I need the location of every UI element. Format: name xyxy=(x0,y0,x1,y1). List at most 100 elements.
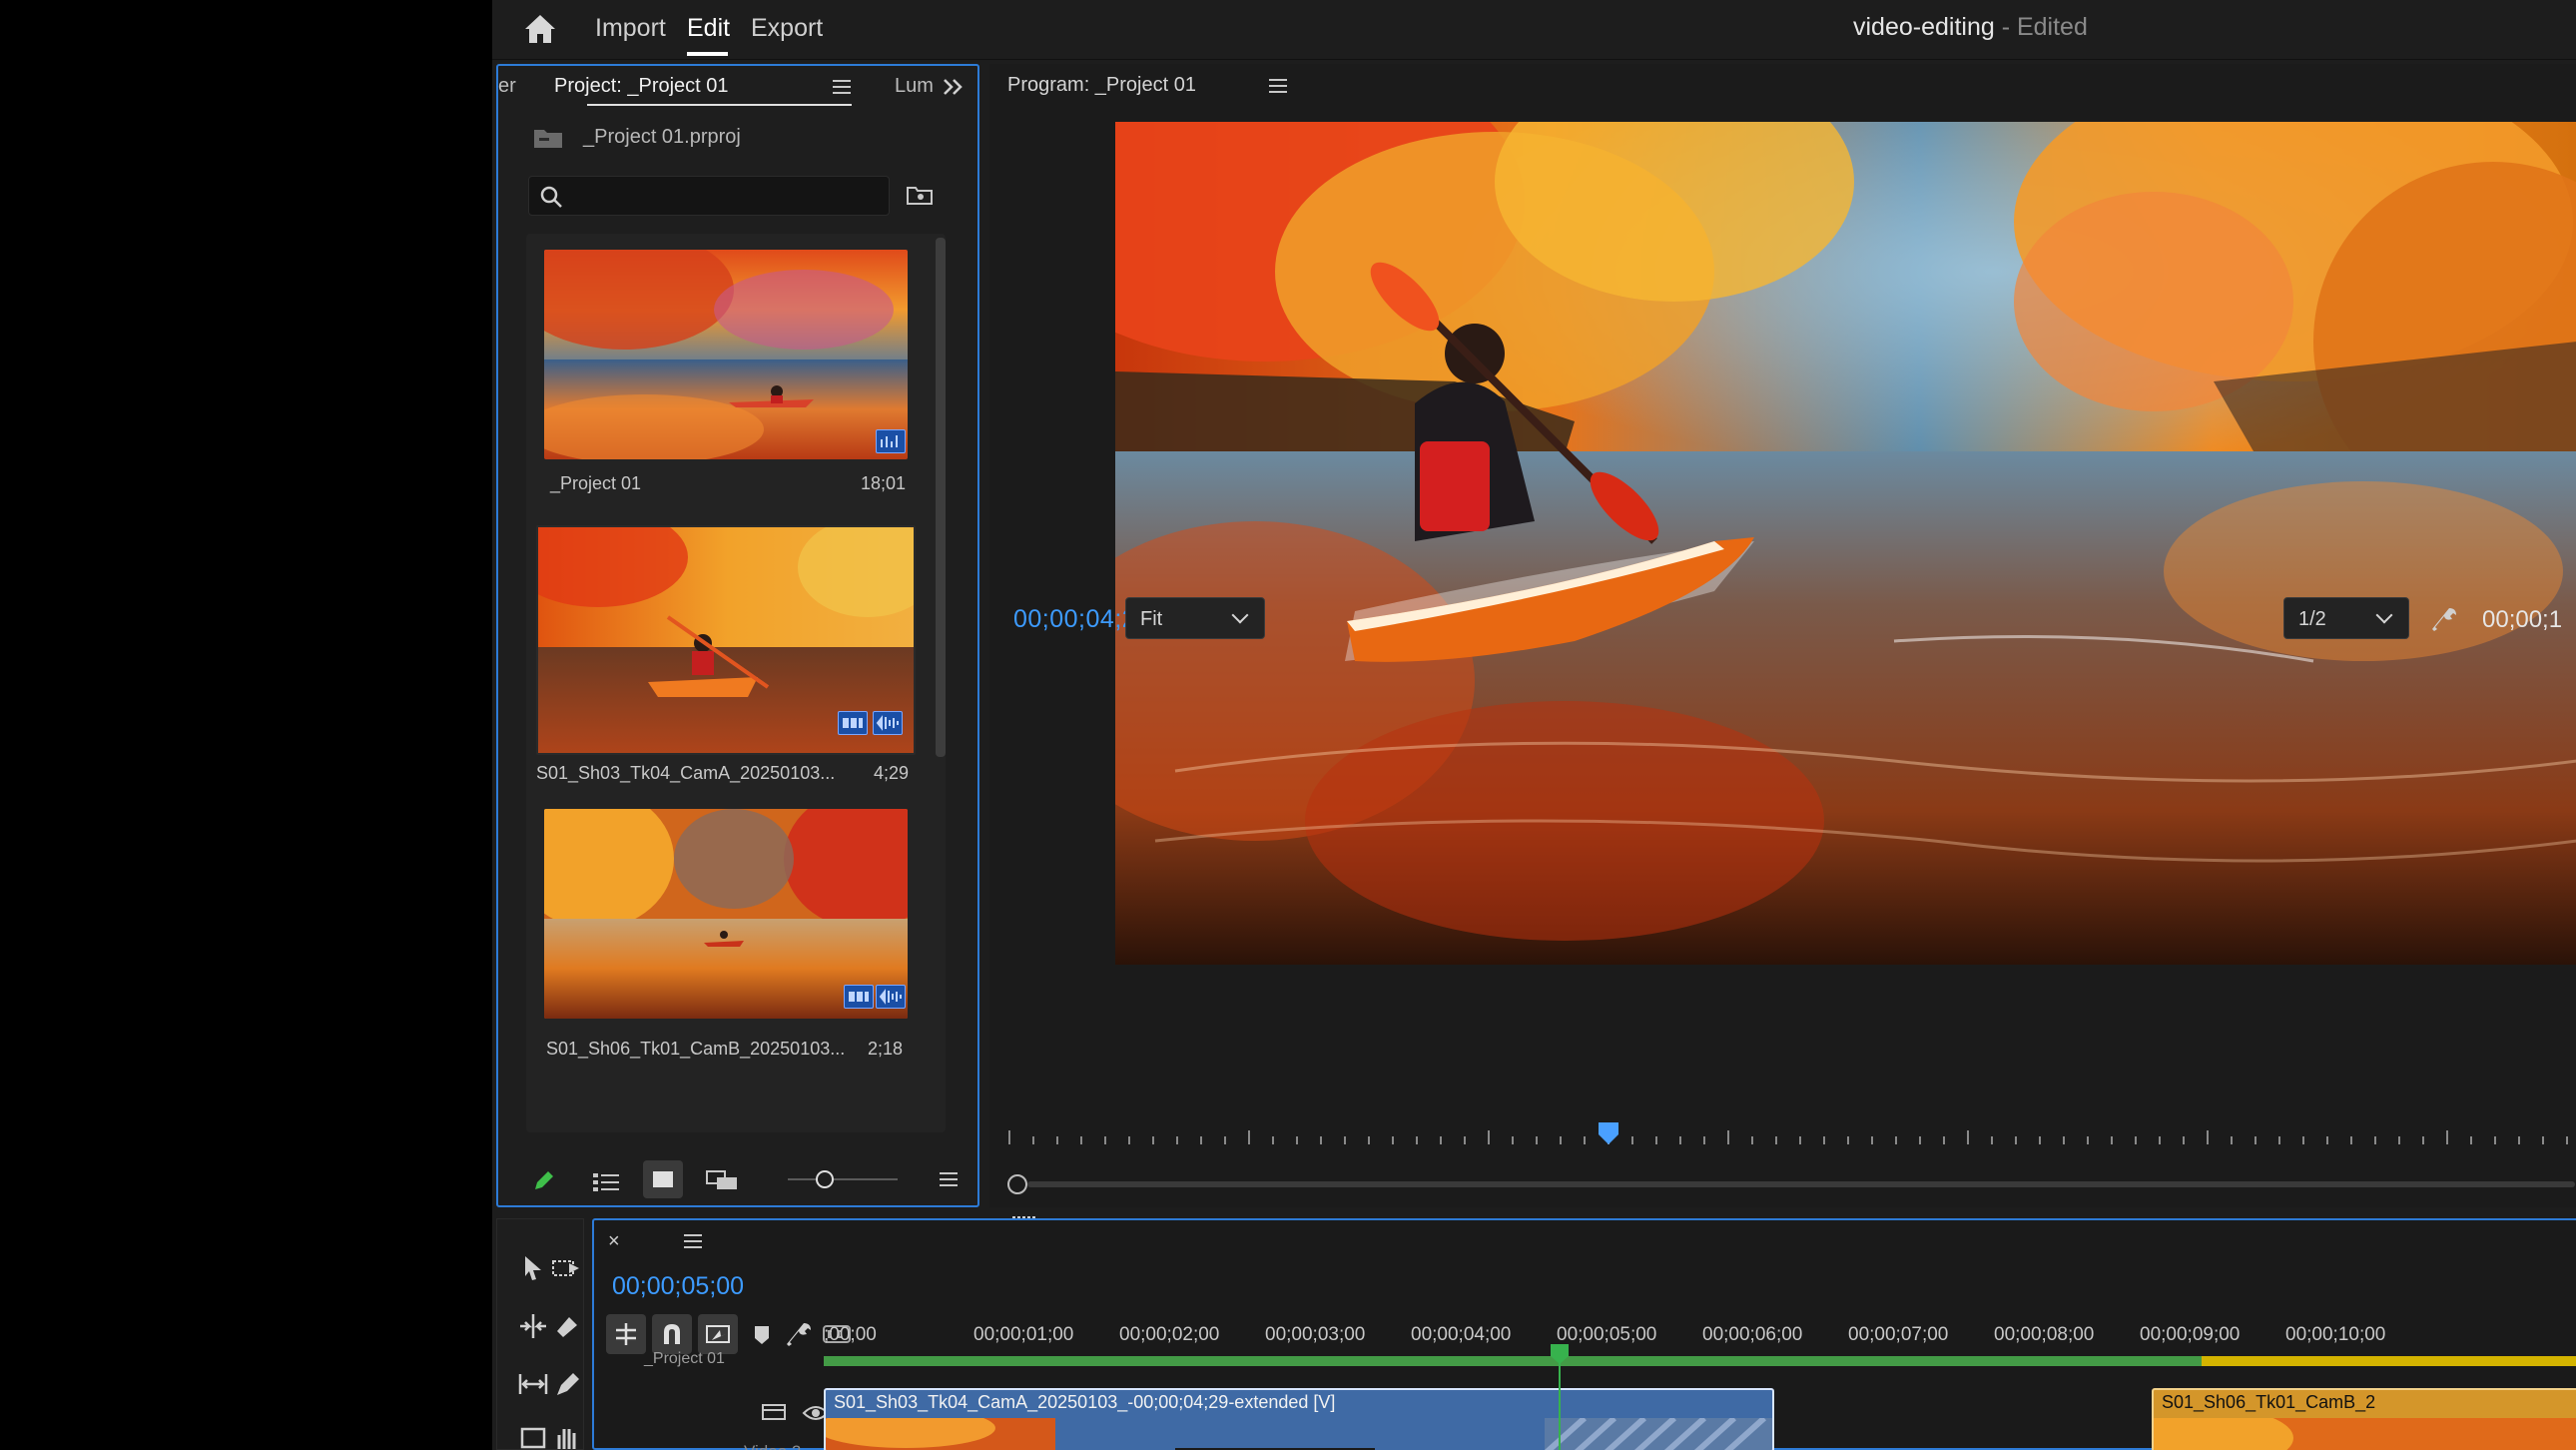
zoom-scrollbar-track[interactable] xyxy=(1027,1181,2575,1187)
track-toggle-icon[interactable] xyxy=(760,1400,788,1424)
pen-tool-icon[interactable] xyxy=(551,1369,583,1399)
new-bin-icon[interactable] xyxy=(906,183,934,207)
hand-tool-icon[interactable] xyxy=(553,1425,581,1449)
linked-selection-toggle[interactable] xyxy=(698,1314,738,1354)
project-search xyxy=(528,176,890,216)
ruler-label: 00;00;04;00 xyxy=(1411,1324,1512,1345)
menu-import[interactable]: Import xyxy=(595,14,666,43)
fit-dropdown[interactable]: Fit xyxy=(1125,597,1265,639)
ruler-label: 00;00;10;00 xyxy=(2285,1324,2386,1345)
tab-lumetri[interactable]: Lum xyxy=(895,75,934,98)
resolution-dropdown-value: 1/2 xyxy=(2298,608,2326,630)
timeline-clip[interactable]: S01_Sh06_Tk01_CamB_2 xyxy=(2152,1388,2576,1450)
icon-view-button[interactable] xyxy=(643,1160,683,1198)
zoom-slider-handle[interactable] xyxy=(816,1170,834,1188)
clip-duration: 4;29 xyxy=(874,763,910,783)
project-item[interactable]: S01_Sh03_Tk04_CamA_20250103... 4;29 xyxy=(526,513,946,803)
selection-tool-icon[interactable] xyxy=(519,1253,547,1283)
track-label: Video 2 xyxy=(744,1442,801,1450)
project-file-name: _Project 01.prproj xyxy=(583,126,741,148)
clip-duration: 2;18 xyxy=(868,1039,904,1059)
top-menu-bar: Import Edit Export video-editing - Edite… xyxy=(492,0,2576,60)
project-item[interactable]: _Project 01 18;01 xyxy=(526,234,946,503)
audio-badge-icon xyxy=(873,711,903,735)
clip-thumbnail[interactable] xyxy=(536,525,916,755)
search-input[interactable] xyxy=(573,177,883,215)
program-monitor-panel: Program: _Project 01 00;00;04;28 Fit 1/2… xyxy=(989,64,2576,1247)
clip-duration: 18;01 xyxy=(861,473,907,493)
ripple-edit-tool-icon[interactable] xyxy=(517,1311,549,1341)
clip-name: _Project 01 xyxy=(550,473,642,493)
close-sequence-icon[interactable]: × xyxy=(608,1230,620,1253)
project-panel: er Project: _Project 01 Lum _Project 01.… xyxy=(496,64,979,1207)
document-title: video-editing - Edited xyxy=(1853,13,2088,42)
sequence-name: _Project 01 xyxy=(644,1350,725,1367)
media-list-scrollbar[interactable] xyxy=(936,238,946,757)
resolution-dropdown[interactable]: 1/2 xyxy=(2283,597,2409,639)
track-select-tool-icon[interactable] xyxy=(551,1253,583,1283)
list-view-icon[interactable] xyxy=(592,1170,620,1192)
timeline-clip-label: S01_Sh03_Tk04_CamA_20250103_-00;00;04;29… xyxy=(834,1392,1336,1412)
timeline-clip[interactable]: S01_Sh03_Tk04_CamA_20250103_-00;00;04;29… xyxy=(824,1388,1774,1450)
snap-toggle[interactable] xyxy=(652,1314,692,1354)
linked-selection-icon xyxy=(706,1325,730,1343)
overflow-tabs-icon[interactable] xyxy=(942,78,964,96)
zoom-slider-track[interactable] xyxy=(788,1178,898,1180)
timeline-marker-icon[interactable] xyxy=(750,1322,774,1348)
icon-view-icon xyxy=(653,1171,673,1187)
clip-thumbnail[interactable] xyxy=(544,250,908,459)
zoom-scrollbar-handle[interactable] xyxy=(1007,1174,1027,1194)
program-monitor-menu-icon[interactable] xyxy=(1269,79,1287,93)
project-item[interactable]: S01_Sh06_Tk01_CamB_20250103... 2;18 xyxy=(526,803,946,1083)
audio-badge-icon xyxy=(876,985,906,1009)
timeline-playhead-timecode[interactable]: 00;00;05;00 xyxy=(612,1272,744,1301)
search-icon xyxy=(540,186,562,208)
timeline-settings-wrench-icon[interactable] xyxy=(786,1320,814,1348)
kayak-scene xyxy=(1115,122,2576,965)
render-bar xyxy=(824,1356,2576,1366)
clip-name: S01_Sh03_Tk04_CamA_20250103... xyxy=(536,763,836,783)
menu-export[interactable]: Export xyxy=(751,14,823,43)
document-status: - Edited xyxy=(1994,13,2088,41)
ruler-label: 00;00;07;00 xyxy=(1848,1324,1949,1345)
timeline-menu-icon[interactable] xyxy=(684,1234,702,1248)
ruler-label: 00;00;09;00 xyxy=(2140,1324,2241,1345)
ruler-label: 00;00;03;00 xyxy=(1265,1324,1366,1345)
folder-up-icon[interactable] xyxy=(533,126,563,150)
insert-icon xyxy=(616,1323,636,1345)
wrench-icon[interactable] xyxy=(2431,605,2459,633)
program-video-frame[interactable] xyxy=(1115,122,2576,965)
project-panel-menu-icon[interactable] xyxy=(833,80,851,94)
timeline-panel: × 00;00;05;00 _Project 01 ;00;00 00;00;0… xyxy=(592,1218,2576,1450)
tab-media-browser[interactable]: er xyxy=(498,75,516,98)
program-duration-timecode: 00;00;1 xyxy=(2482,606,2563,633)
freeform-view-icon[interactable] xyxy=(705,1168,741,1192)
clip-name: S01_Sh06_Tk01_CamB_20250103... xyxy=(546,1039,846,1059)
chevron-down-icon xyxy=(1231,606,1249,624)
program-playhead-marker[interactable] xyxy=(1599,1122,1618,1144)
clip-filmstrip xyxy=(2154,1418,2576,1450)
insert-overwrite-toggle[interactable] xyxy=(606,1314,646,1354)
panel-footer-menu-icon[interactable] xyxy=(940,1172,958,1186)
slip-tool-icon[interactable] xyxy=(517,1369,549,1399)
ruler-label: 00;00;02;00 xyxy=(1119,1324,1220,1345)
home-icon[interactable] xyxy=(522,12,558,46)
rectangle-tool-icon[interactable] xyxy=(519,1425,547,1449)
program-monitor-title[interactable]: Program: _Project 01 xyxy=(1007,74,1196,97)
premiere-window: Import Edit Export video-editing - Edite… xyxy=(492,0,2576,1450)
razor-tool-icon[interactable] xyxy=(551,1311,583,1341)
fit-dropdown-value: Fit xyxy=(1140,608,1163,630)
tools-panel xyxy=(496,1218,584,1450)
tab-project[interactable]: Project: _Project 01 xyxy=(554,75,729,98)
program-zoom-scrollbar[interactable] xyxy=(1007,1174,2575,1194)
pencil-icon[interactable] xyxy=(532,1168,556,1192)
document-name: video-editing xyxy=(1853,13,1995,41)
clip-filmstrip xyxy=(826,1418,1772,1450)
clip-thumbnail[interactable] xyxy=(544,809,908,1019)
project-media-list: _Project 01 18;01 S01_Sh03_Tk04_CamA_202… xyxy=(526,234,946,1132)
program-time-ruler[interactable] xyxy=(999,1122,2576,1152)
menu-edit[interactable]: Edit xyxy=(687,14,730,43)
video-badge-icon xyxy=(844,985,874,1009)
ruler-label: 00;00;06;00 xyxy=(1702,1324,1803,1345)
ruler-label: 00;00;01;00 xyxy=(973,1324,1074,1345)
